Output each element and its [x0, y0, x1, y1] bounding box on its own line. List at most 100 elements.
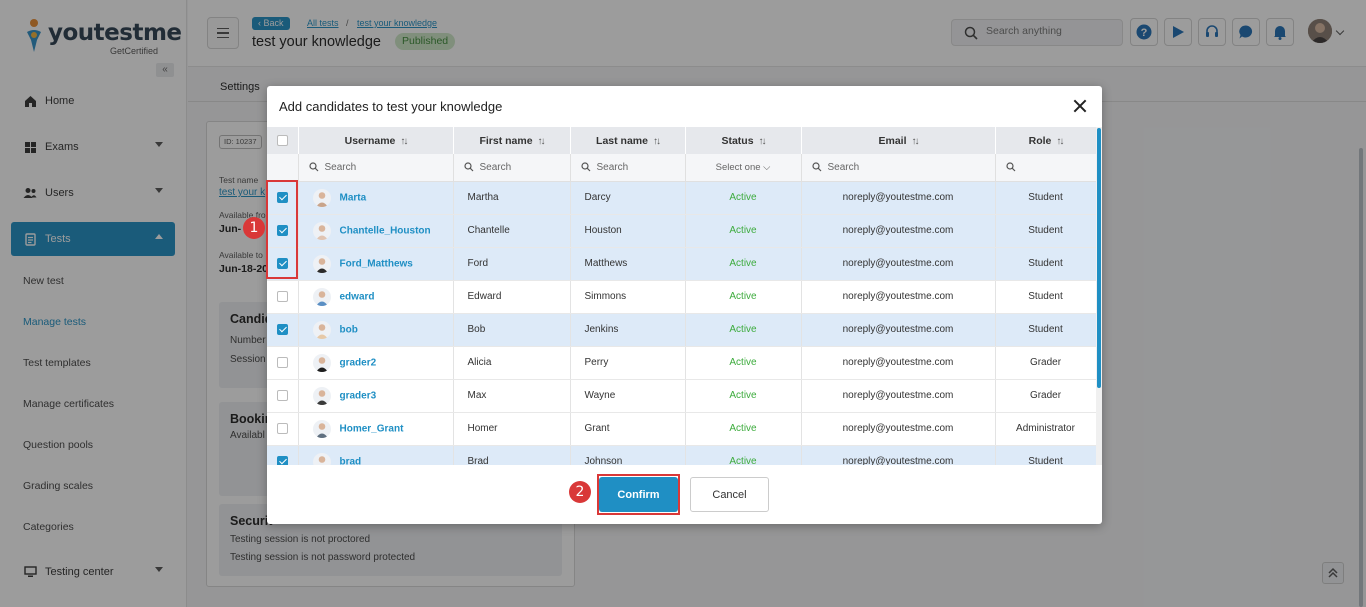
table-row[interactable]: edward Edward Simmons Active noreply@youtest… [267, 280, 1096, 314]
status-text: Active [729, 423, 757, 434]
status-select[interactable]: Select one [716, 162, 761, 173]
user-avatar [312, 452, 331, 465]
user-avatar [312, 386, 331, 405]
row-checkbox[interactable] [276, 356, 288, 368]
first-name-cell: Martha [453, 181, 571, 215]
username-cell: grader3 [298, 379, 454, 413]
table-row[interactable]: Ford_Matthews Ford Matthews Active noreply@y… [267, 247, 1096, 281]
username-link[interactable]: brad [340, 456, 362, 465]
first-name-cell: Brad [453, 445, 571, 465]
sort-icon[interactable]: ↑↓ [759, 136, 767, 147]
user-avatar [312, 287, 331, 306]
user-avatar [312, 419, 331, 438]
annotation-step-1: 1 [243, 217, 265, 239]
status-filter[interactable]: Select one ⌵ [685, 154, 802, 182]
table-row[interactable]: Marta Martha Darcy Active noreply@youtestme.… [267, 181, 1096, 215]
user-avatar [312, 221, 331, 240]
username-filter[interactable]: Search [298, 154, 454, 182]
cancel-button[interactable]: Cancel [690, 477, 769, 512]
username-cell: brad [298, 445, 454, 465]
row-checkbox-cell[interactable] [267, 445, 299, 465]
row-checkbox-cell[interactable] [267, 280, 299, 314]
username-cell: Ford_Matthews [298, 247, 454, 281]
role-filter[interactable] [995, 154, 1096, 182]
role-cell: Student [995, 214, 1096, 248]
status-cell: Active [685, 181, 802, 215]
sort-icon[interactable]: ↑↓ [538, 136, 546, 147]
annotation-highlight-checkboxes [266, 180, 298, 279]
row-checkbox-cell[interactable] [267, 379, 299, 413]
chevron-down-icon: ⌵ [763, 161, 771, 173]
search-icon [1005, 162, 1015, 172]
filter-row: Search Search Search Select one ⌵ Search [267, 154, 1096, 182]
email-cell: noreply@youtestme.com [801, 313, 996, 347]
sort-icon[interactable]: ↑↓ [653, 136, 661, 147]
column-header-first-name[interactable]: First name ↑↓ [453, 127, 571, 154]
row-checkbox-cell[interactable] [267, 346, 299, 380]
status-text: Active [729, 324, 757, 335]
status-cell: Active [685, 445, 802, 465]
table-row[interactable]: grader3 Max Wayne Active noreply@youtestme.c… [267, 379, 1096, 413]
username-link[interactable]: grader3 [340, 390, 377, 401]
row-checkbox[interactable] [276, 290, 288, 302]
table-row[interactable]: Homer_Grant Homer Grant Active noreply@youte… [267, 412, 1096, 446]
email-cell: noreply@youtestme.com [801, 181, 996, 215]
status-cell: Active [685, 313, 802, 347]
first-name-filter[interactable]: Search [453, 154, 571, 182]
row-checkbox[interactable] [276, 389, 288, 401]
annotation-highlight-confirm [597, 474, 680, 515]
row-checkbox[interactable] [276, 455, 288, 465]
select-all-header[interactable] [267, 127, 299, 154]
email-cell: noreply@youtestme.com [801, 379, 996, 413]
column-header-status[interactable]: Status ↑↓ [685, 127, 802, 154]
table-row[interactable]: brad Brad Johnson Active noreply@youtestme.c… [267, 445, 1096, 465]
first-name-cell: Edward [453, 280, 571, 314]
username-link[interactable]: Ford_Matthews [340, 258, 413, 269]
row-checkbox[interactable] [276, 422, 288, 434]
add-candidates-dialog: Add candidates to test your knowledge Us… [267, 86, 1102, 524]
sort-icon[interactable]: ↑↓ [400, 136, 408, 147]
table-row[interactable]: grader2 Alicia Perry Active noreply@youtestm… [267, 346, 1096, 380]
row-checkbox-cell[interactable] [267, 412, 299, 446]
sort-icon[interactable]: ↑↓ [912, 136, 920, 147]
status-text: Active [729, 192, 757, 203]
search-icon [463, 162, 473, 172]
close-icon[interactable] [1073, 99, 1087, 113]
email-cell: noreply@youtestme.com [801, 214, 996, 248]
user-avatar [312, 188, 331, 207]
select-all-checkbox[interactable] [276, 135, 288, 147]
column-header-username[interactable]: Username ↑↓ [298, 127, 454, 154]
table-row[interactable]: Chantelle_Houston Chantelle Houston Active n… [267, 214, 1096, 248]
table-row[interactable]: bob Bob Jenkins Active noreply@youtestme.com… [267, 313, 1096, 347]
first-name-cell: Bob [453, 313, 571, 347]
last-name-cell: Perry [570, 346, 686, 380]
status-text: Active [729, 390, 757, 401]
role-cell: Grader [995, 346, 1096, 380]
username-link[interactable]: edward [340, 291, 375, 302]
last-name-cell: Houston [570, 214, 686, 248]
row-checkbox[interactable] [276, 323, 288, 335]
column-header-last-name[interactable]: Last name ↑↓ [570, 127, 686, 154]
status-text: Active [729, 258, 757, 269]
username-link[interactable]: bob [340, 324, 358, 335]
user-avatar [312, 320, 331, 339]
username-cell: Marta [298, 181, 454, 215]
username-cell: Chantelle_Houston [298, 214, 454, 248]
filter-placeholder: Search [596, 161, 629, 173]
column-header-email[interactable]: Email ↑↓ [801, 127, 996, 154]
status-text: Active [729, 357, 757, 368]
email-filter[interactable]: Search [801, 154, 996, 182]
filter-placeholder: Search [479, 161, 512, 173]
last-name-filter[interactable]: Search [570, 154, 686, 182]
username-link[interactable]: Homer_Grant [340, 423, 404, 434]
column-header-role[interactable]: Role ↑↓ [995, 127, 1096, 154]
username-link[interactable]: Marta [340, 192, 367, 203]
username-cell: bob [298, 313, 454, 347]
table-scrollbar-thumb[interactable] [1097, 128, 1101, 388]
username-link[interactable]: grader2 [340, 357, 377, 368]
row-checkbox-cell[interactable] [267, 313, 299, 347]
username-link[interactable]: Chantelle_Houston [340, 225, 431, 236]
email-cell: noreply@youtestme.com [801, 280, 996, 314]
first-name-cell: Alicia [453, 346, 571, 380]
sort-icon[interactable]: ↑↓ [1056, 136, 1064, 147]
